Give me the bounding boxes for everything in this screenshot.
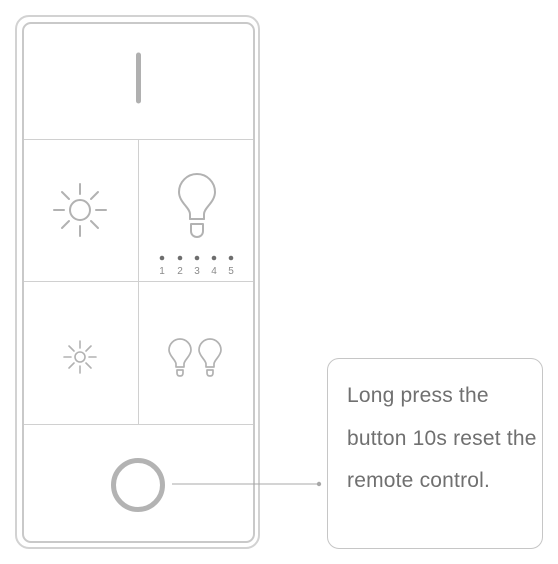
callout-box: Long press the button 10s reset the remo… (327, 358, 543, 549)
callout-text: Long press the button 10s reset the remo… (347, 384, 537, 492)
